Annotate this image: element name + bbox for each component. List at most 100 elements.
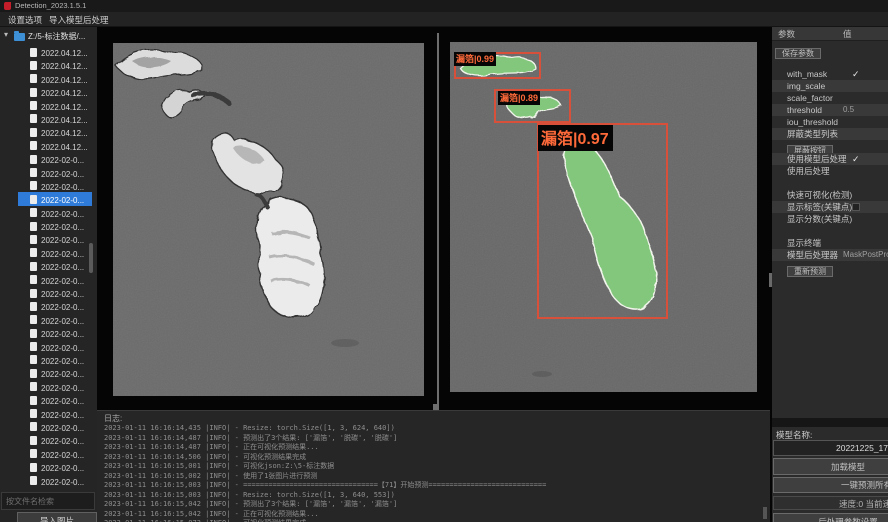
tree-file-item[interactable]: 2022-02-0...	[18, 340, 92, 353]
param-label: scale_factor	[787, 92, 833, 104]
tree-file-label: 2022.04.12...	[30, 116, 88, 125]
file-icon	[30, 168, 37, 177]
param-action-button[interactable]: 重新预测	[787, 266, 833, 277]
param-value: MaskPostPro	[843, 249, 888, 261]
tree-file-item[interactable]: 2022.04.12...	[18, 112, 92, 125]
prediction-image-canvas[interactable]: 漏箔|0.99 漏箔|0.89 漏箔|0.97	[450, 42, 757, 392]
tree-file-item[interactable]: 2022-02-0...	[18, 286, 92, 299]
tree-file-item[interactable]: 2022-02-0...	[18, 313, 92, 326]
log-lines[interactable]: 2023-01-11 16:16:14,435 |INFO| - Resize:…	[104, 424, 764, 522]
file-icon	[30, 302, 37, 311]
predict-all-button[interactable]: 一键预测所有	[773, 477, 888, 493]
param-row[interactable]: 使用模型后处理 ✓	[772, 153, 888, 165]
tree-file-item[interactable]: 2022-02-0...	[18, 273, 92, 286]
param-row[interactable]: 快速可视化(检测) ✓	[772, 189, 888, 201]
column-header-value: 值	[843, 27, 852, 41]
menu-item-settings[interactable]: 设置选项	[8, 14, 42, 26]
param-label: 屏蔽类型列表	[787, 128, 838, 140]
param-row[interactable]: 使用后处理 ✓	[772, 165, 888, 177]
file-icon	[30, 248, 37, 257]
log-line: 2023-01-11 16:16:15,003 |INFO| - Resize:…	[104, 491, 764, 501]
tree-file-item[interactable]: 2022.04.12...	[18, 99, 92, 112]
model-name-field[interactable]: 20221225_174813	[773, 440, 888, 456]
param-label: 显示标签(关键点)	[787, 201, 852, 213]
tree-file-item[interactable]: 2022-02-0...	[18, 447, 92, 460]
tree-file-label: 2022-02-0...	[30, 424, 84, 433]
param-row[interactable]: iou_threshold ✓	[772, 116, 888, 128]
load-model-button[interactable]: 加载模型	[773, 458, 888, 475]
file-icon	[30, 422, 37, 431]
param-row[interactable]: img_scale ✓	[772, 80, 888, 92]
chevron-down-icon[interactable]: ▾	[4, 30, 8, 39]
tree-file-item[interactable]: 2022.04.12...	[18, 85, 92, 98]
tree-file-item[interactable]: 2022-02-0...	[18, 474, 92, 487]
tree-file-item[interactable]: 2022.04.12...	[18, 58, 92, 71]
source-image	[113, 43, 424, 396]
tree-file-item[interactable]: 2022-02-0...	[18, 206, 92, 219]
file-icon	[30, 181, 37, 190]
param-row[interactable]: 屏蔽类型列表 ✓	[772, 128, 888, 140]
search-input[interactable]	[1, 492, 95, 510]
file-icon	[30, 409, 37, 418]
file-icon	[30, 396, 37, 405]
tree-file-item[interactable]: 2022.04.12...	[18, 72, 92, 85]
param-row[interactable]: with_mask ✓	[772, 68, 888, 80]
file-icon	[30, 262, 37, 271]
param-label: 快速可视化(检测)	[787, 189, 852, 201]
tree-file-label: 2022-02-0...	[30, 451, 84, 460]
tree-file-item[interactable]: 2022-02-0...	[18, 326, 92, 339]
tree-file-item[interactable]: 2022-02-0...	[18, 219, 92, 232]
log-line: 2023-01-11 16:16:14,435 |INFO| - Resize:…	[104, 424, 764, 434]
tree-file-item[interactable]: 2022-02-0...	[18, 232, 92, 245]
tree-file-item[interactable]: 2022-02-0...	[18, 366, 92, 379]
tree-file-label: 2022-02-0...	[30, 210, 84, 219]
tree-file-item[interactable]: 2022-02-0...	[18, 393, 92, 406]
file-icon	[30, 222, 37, 231]
param-row[interactable]: 模型后处理器 MaskPostPro ✓	[772, 249, 888, 261]
file-icon	[30, 436, 37, 445]
title-bar: Detection_2023.1.5.1	[0, 0, 888, 12]
tree-file-item[interactable]: 2022-02-0...	[18, 420, 92, 433]
file-icon	[30, 235, 37, 244]
menu-item-import-postprocess[interactable]: 导入模型后处理	[49, 14, 109, 26]
param-row[interactable]: 显示终端 ✓	[772, 237, 888, 249]
param-row[interactable]: threshold 0.5 ✓	[772, 104, 888, 116]
tree-scrollbar[interactable]	[89, 243, 93, 273]
source-image-canvas[interactable]	[113, 43, 424, 396]
tree-file-item[interactable]: 2022-02-0...	[18, 407, 92, 420]
tree-file-item[interactable]: 2022-02-0...	[18, 179, 92, 192]
window-title: Detection_2023.1.5.1	[15, 1, 86, 10]
param-row[interactable]: 显示分数(关键点) ✓	[772, 213, 888, 225]
tree-file-item[interactable]: 2022-02-0...	[18, 166, 92, 179]
tree-file-item[interactable]: 2022-02-0...	[18, 299, 92, 312]
param-row[interactable]: 显示标签(关键点) ✓	[772, 201, 888, 213]
tree-file-item[interactable]: 2022-02-0...	[18, 152, 92, 165]
image-splitter[interactable]	[437, 33, 439, 410]
import-images-button[interactable]: 导入图片	[17, 512, 97, 522]
tree-root-node[interactable]: ▾ Z:/5-标注数据/...	[0, 30, 97, 44]
checkbox[interactable]	[852, 203, 860, 211]
file-icon	[30, 355, 37, 364]
file-icon	[30, 208, 37, 217]
menu-bar: 设置选项 导入模型后处理	[0, 12, 888, 27]
file-icon	[30, 195, 37, 204]
param-row[interactable]: scale_factor ✓	[772, 92, 888, 104]
tree-file-item[interactable]: 2022-02-0...	[18, 192, 92, 205]
postprocess-settings-button[interactable]: 后处理参数设置	[773, 513, 888, 522]
log-line: 2023-01-11 16:16:14,487 |INFO| - 预测出了3个结…	[104, 434, 764, 444]
tree-file-item[interactable]: 2022-02-0...	[18, 259, 92, 272]
tree-file-item[interactable]: 2022-02-0...	[18, 460, 92, 473]
tree-file-item[interactable]: 2022.04.12...	[18, 139, 92, 152]
tree-file-item[interactable]: 2022-02-0...	[18, 246, 92, 259]
file-icon	[30, 155, 37, 164]
log-scrollbar[interactable]	[763, 507, 767, 519]
section-divider	[772, 418, 888, 427]
detection-label: 漏箔|0.89	[498, 91, 540, 105]
tree-file-item[interactable]: 2022.04.12...	[18, 125, 92, 138]
save-params-button[interactable]: 保存参数	[775, 48, 821, 59]
tree-file-item[interactable]: 2022-02-0...	[18, 433, 92, 446]
tree-file-item[interactable]: 2022.04.12...	[18, 45, 92, 58]
tree-file-item[interactable]: 2022-02-0...	[18, 380, 92, 393]
tree-file-item[interactable]: 2022-02-0...	[18, 353, 92, 366]
tree-file-label: 2022.04.12...	[30, 103, 88, 112]
